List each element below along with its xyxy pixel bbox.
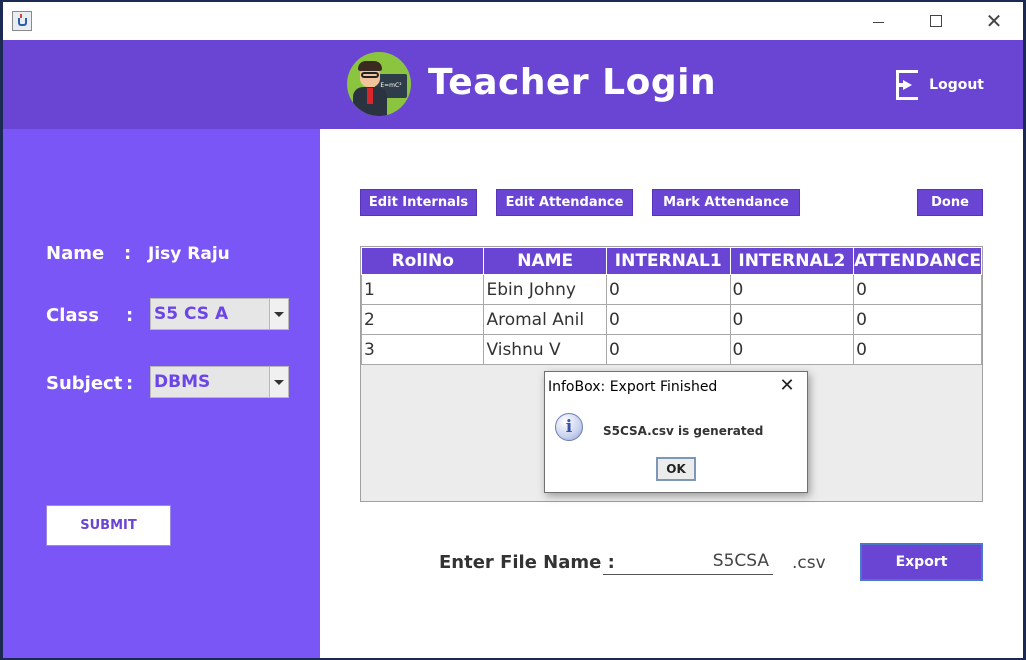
maximize-button[interactable] [913,2,959,40]
column-header[interactable]: INTERNAL1 [605,247,731,275]
file-name-label: Enter File Name : [439,552,615,573]
subject-select[interactable]: DBMS [150,366,289,398]
edit-attendance-button[interactable]: Edit Attendance [496,189,633,216]
file-extension-label: .csv [792,553,826,573]
page-title: Teacher Login [428,62,717,103]
chevron-down-icon [274,311,284,317]
table-cell[interactable]: 0 [605,304,731,335]
table-cell[interactable]: 2 [360,304,485,335]
table-cell[interactable]: 0 [729,304,855,335]
table-cell[interactable]: 0 [853,274,982,305]
dialog-title: InfoBox: Export Finished [548,379,718,395]
column-header[interactable]: NAME [483,247,607,275]
column-header[interactable]: RollNo [360,247,485,275]
subject-label: Subject [46,373,123,394]
logout-icon [896,70,921,100]
table-row[interactable]: 1 Ebin Johny 0 0 0 [360,274,982,305]
teacher-avatar: E=mC² [347,52,411,116]
class-select-value: S5 CS A [154,304,229,324]
java-cup-icon [12,11,32,31]
table-cell[interactable]: 0 [605,274,731,305]
maximize-icon [930,15,942,27]
done-button[interactable]: Done [917,189,983,216]
table-header-row: RollNo NAME INTERNAL1 INTERNAL2 ATTENDAN… [360,247,982,275]
minimize-button[interactable] [855,2,901,40]
sidebar-panel: Name : Jisy Raju Class : S5 CS A Subject… [3,129,320,658]
export-info-dialog: InfoBox: Export Finished ✕ i S5CSA.csv i… [544,371,808,493]
mark-attendance-button[interactable]: Mark Attendance [652,189,800,216]
edit-internals-button[interactable]: Edit Internals [360,189,477,216]
subject-select-value: DBMS [154,372,211,392]
column-header[interactable]: ATTENDANCE [853,247,982,275]
dialog-close-button[interactable]: ✕ [776,375,798,397]
avatar-tie [367,88,373,104]
table-cell[interactable]: Vishnu V [483,334,607,365]
column-header[interactable]: INTERNAL2 [729,247,855,275]
table-cell[interactable]: 0 [605,334,731,365]
export-button[interactable]: Export [860,543,983,581]
ok-button[interactable]: OK [656,457,696,481]
table-cell[interactable]: 3 [360,334,485,365]
table-cell[interactable]: Aromal Anil [483,304,607,335]
class-colon: : [126,305,134,326]
class-select[interactable]: S5 CS A [150,298,289,330]
table-row[interactable]: 2 Aromal Anil 0 0 0 [360,304,982,335]
avatar-hair [358,61,382,71]
subject-dropdown-button[interactable] [269,367,288,397]
subject-colon: : [126,373,134,394]
table-cell[interactable]: 1 [360,274,485,305]
close-icon: ✕ [985,9,1003,33]
chevron-down-icon [274,379,284,385]
table-cell[interactable]: Ebin Johny [483,274,607,305]
table-cell[interactable]: 0 [729,334,855,365]
class-label: Class [46,305,99,326]
table-cell[interactable]: 0 [729,274,855,305]
name-colon: : [124,243,132,264]
minimize-icon [872,21,884,23]
dialog-message: S5CSA.csv is generated [603,424,764,438]
header-banner: E=mC² Teacher Login Logout [3,40,1023,129]
name-label: Name [46,243,105,264]
info-icon: i [555,413,583,441]
logout-button[interactable]: Logout [896,68,984,102]
avatar-glasses [361,72,379,78]
file-name-input[interactable] [603,547,773,575]
class-dropdown-button[interactable] [269,299,288,329]
logout-label: Logout [929,77,984,93]
table-row[interactable]: 3 Vishnu V 0 0 0 [360,334,982,365]
table-cell[interactable]: 0 [853,304,982,335]
table-cell[interactable]: 0 [853,334,982,365]
window-close-button[interactable]: ✕ [971,2,1017,40]
name-value: Jisy Raju [148,244,230,264]
students-table: RollNo NAME INTERNAL1 INTERNAL2 ATTENDAN… [360,247,982,365]
submit-button[interactable]: SUBMIT [46,505,171,546]
app-window: ✕ E=mC² Teacher Login Logout Name : Jisy… [3,2,1023,658]
title-bar: ✕ [3,2,1023,40]
